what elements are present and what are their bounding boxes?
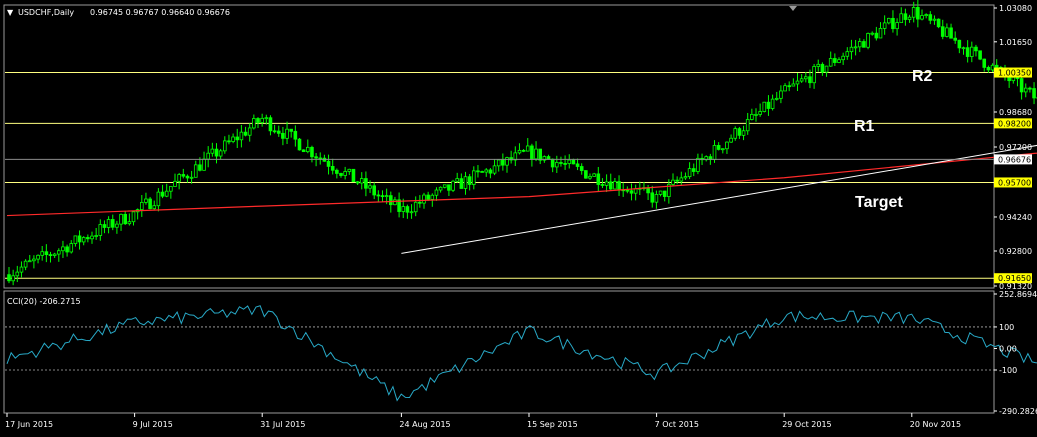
candle: [978, 50, 982, 61]
chart-background: [0, 0, 1037, 437]
annotation-target: Target: [855, 194, 903, 211]
cci-tick-label: -290.2826: [999, 407, 1037, 416]
time-tick-label: 24 Aug 2015: [399, 420, 450, 429]
cci-tick-label: 252.8694: [999, 290, 1037, 299]
candle: [351, 168, 356, 183]
price-tick-label: 0.98680: [999, 108, 1032, 117]
time-tick-label: 31 Jul 2015: [260, 420, 305, 429]
indicator-label: CCI(20) -206.2715: [7, 297, 81, 306]
candle: [762, 101, 767, 113]
annotation-r1: R1: [854, 118, 875, 135]
level-price-text: 1.00350: [998, 69, 1031, 78]
level-price-text: 0.91650: [998, 274, 1031, 283]
symbol-label: USDCHF,Daily: [18, 8, 74, 17]
ohlc-readout: 0.96745 0.96767 0.96640 0.96676: [90, 8, 230, 17]
time-tick-label: 17 Jun 2015: [5, 420, 53, 429]
price-tick-label: 0.92800: [999, 247, 1032, 256]
candle: [866, 32, 870, 50]
candle: [936, 18, 941, 29]
price-tick-label: 0.94240: [999, 213, 1032, 222]
candle: [584, 170, 588, 179]
candle: [297, 138, 302, 151]
candle: [301, 149, 306, 153]
time-tick-label: 9 Jul 2015: [133, 420, 173, 429]
cci-tick-label: 100: [999, 323, 1014, 332]
chart-canvas: ▼ USDCHF,Daily 0.96745 0.96767 0.96640 0…: [0, 0, 1037, 437]
current-price-text: 0.96676: [998, 155, 1031, 164]
time-tick-label: 20 Nov 2015: [910, 420, 961, 429]
price-tick-label: 0.97200: [999, 143, 1032, 152]
level-price-text: 0.95700: [998, 178, 1031, 187]
price-tick-label: 1.01650: [999, 38, 1032, 47]
time-tick-label: 15 Sep 2015: [527, 420, 578, 429]
candle: [451, 179, 455, 193]
cci-tick-label: 0.00: [999, 344, 1017, 353]
candle: [733, 126, 738, 141]
dropdown-triangle-icon[interactable]: ▼: [7, 8, 14, 17]
cci-tick-label: -100: [999, 366, 1017, 375]
candle: [148, 196, 152, 210]
annotation-r2: R2: [912, 68, 933, 85]
level-price-text: 0.98200: [998, 119, 1031, 128]
price-tick-label: 1.03080: [999, 4, 1032, 13]
time-tick-label: 29 Oct 2015: [782, 420, 831, 429]
time-tick-label: 7 Oct 2015: [655, 420, 699, 429]
